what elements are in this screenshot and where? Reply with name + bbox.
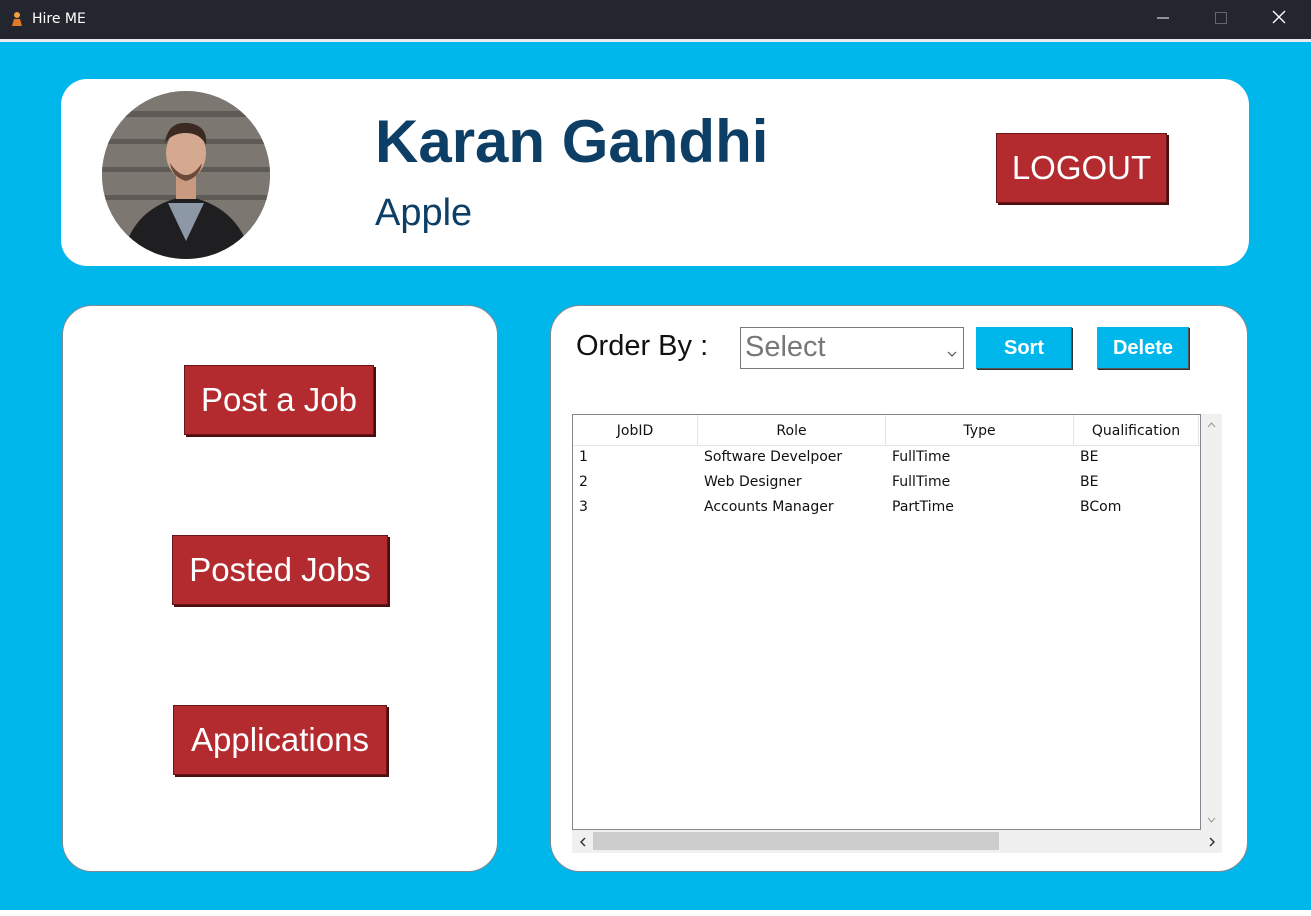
window-title-bar: Hire ME [0,0,1311,39]
scroll-down-icon[interactable] [1201,809,1222,830]
cell-qualification: BE [1080,449,1099,465]
scroll-right-icon[interactable] [1201,830,1222,853]
order-by-selected-value: Select [745,331,826,363]
minimize-button[interactable] [1134,0,1192,39]
cell-type: FullTime [892,474,951,490]
company-name: Apple [375,192,473,234]
close-icon [1272,10,1286,29]
vertical-scrollbar[interactable] [1201,414,1222,830]
navigation-panel: Post a Job Posted Jobs Applications [62,305,498,872]
maximize-button[interactable] [1192,0,1250,39]
minimize-icon [1157,11,1169,29]
avatar [102,91,270,259]
jobs-panel: Order By : Select Sort Delete JobID Role… [550,305,1248,872]
applications-button[interactable]: Applications [173,705,387,775]
cell-type: PartTime [892,499,954,515]
logout-button[interactable]: LOGOUT [996,133,1167,203]
window-bottom-edge [0,910,1311,916]
cell-role: Web Designer [704,474,802,490]
post-job-button[interactable]: Post a Job [184,365,374,435]
order-by-select[interactable]: Select [740,327,964,369]
cell-jobid: 3 [579,499,588,515]
chevron-down-icon [947,344,957,362]
jobs-table[interactable]: JobID Role Type Qualification 1 Software… [572,414,1222,853]
column-header-type[interactable]: Type [886,415,1074,446]
horizontal-scrollbar[interactable] [572,830,1222,853]
cell-jobid: 1 [579,449,588,465]
table-row[interactable]: 1 Software Develpoer FullTime BE [573,446,1200,471]
scroll-left-icon[interactable] [572,830,593,853]
window-title: Hire ME [32,11,86,27]
maximize-icon [1215,11,1227,29]
cell-role: Software Develpoer [704,449,843,465]
sort-button[interactable]: Sort [976,327,1072,369]
column-header-role[interactable]: Role [698,415,886,446]
scroll-up-icon[interactable] [1201,414,1222,435]
column-header-qualification[interactable]: Qualification [1074,415,1199,446]
order-by-label: Order By : [576,330,709,362]
jobs-table-viewport: JobID Role Type Qualification 1 Software… [572,414,1201,830]
close-button[interactable] [1250,0,1308,39]
cell-type: FullTime [892,449,951,465]
cell-role: Accounts Manager [704,499,834,515]
user-name: Karan Gandhi [375,108,769,175]
column-header-jobid[interactable]: JobID [573,415,698,446]
horizontal-scroll-thumb[interactable] [593,832,999,850]
title-bar-divider [0,39,1311,42]
table-row[interactable]: 2 Web Designer FullTime BE [573,471,1200,496]
app-logo-icon [10,11,24,27]
table-row[interactable]: 3 Accounts Manager PartTime BCom [573,496,1200,521]
delete-button[interactable]: Delete [1097,327,1189,369]
posted-jobs-button[interactable]: Posted Jobs [172,535,388,605]
cell-qualification: BCom [1080,499,1122,515]
cell-qualification: BE [1080,474,1099,490]
cell-jobid: 2 [579,474,588,490]
table-header: JobID Role Type Qualification [573,415,1200,446]
profile-header-card: Karan Gandhi Apple LOGOUT [61,79,1249,266]
